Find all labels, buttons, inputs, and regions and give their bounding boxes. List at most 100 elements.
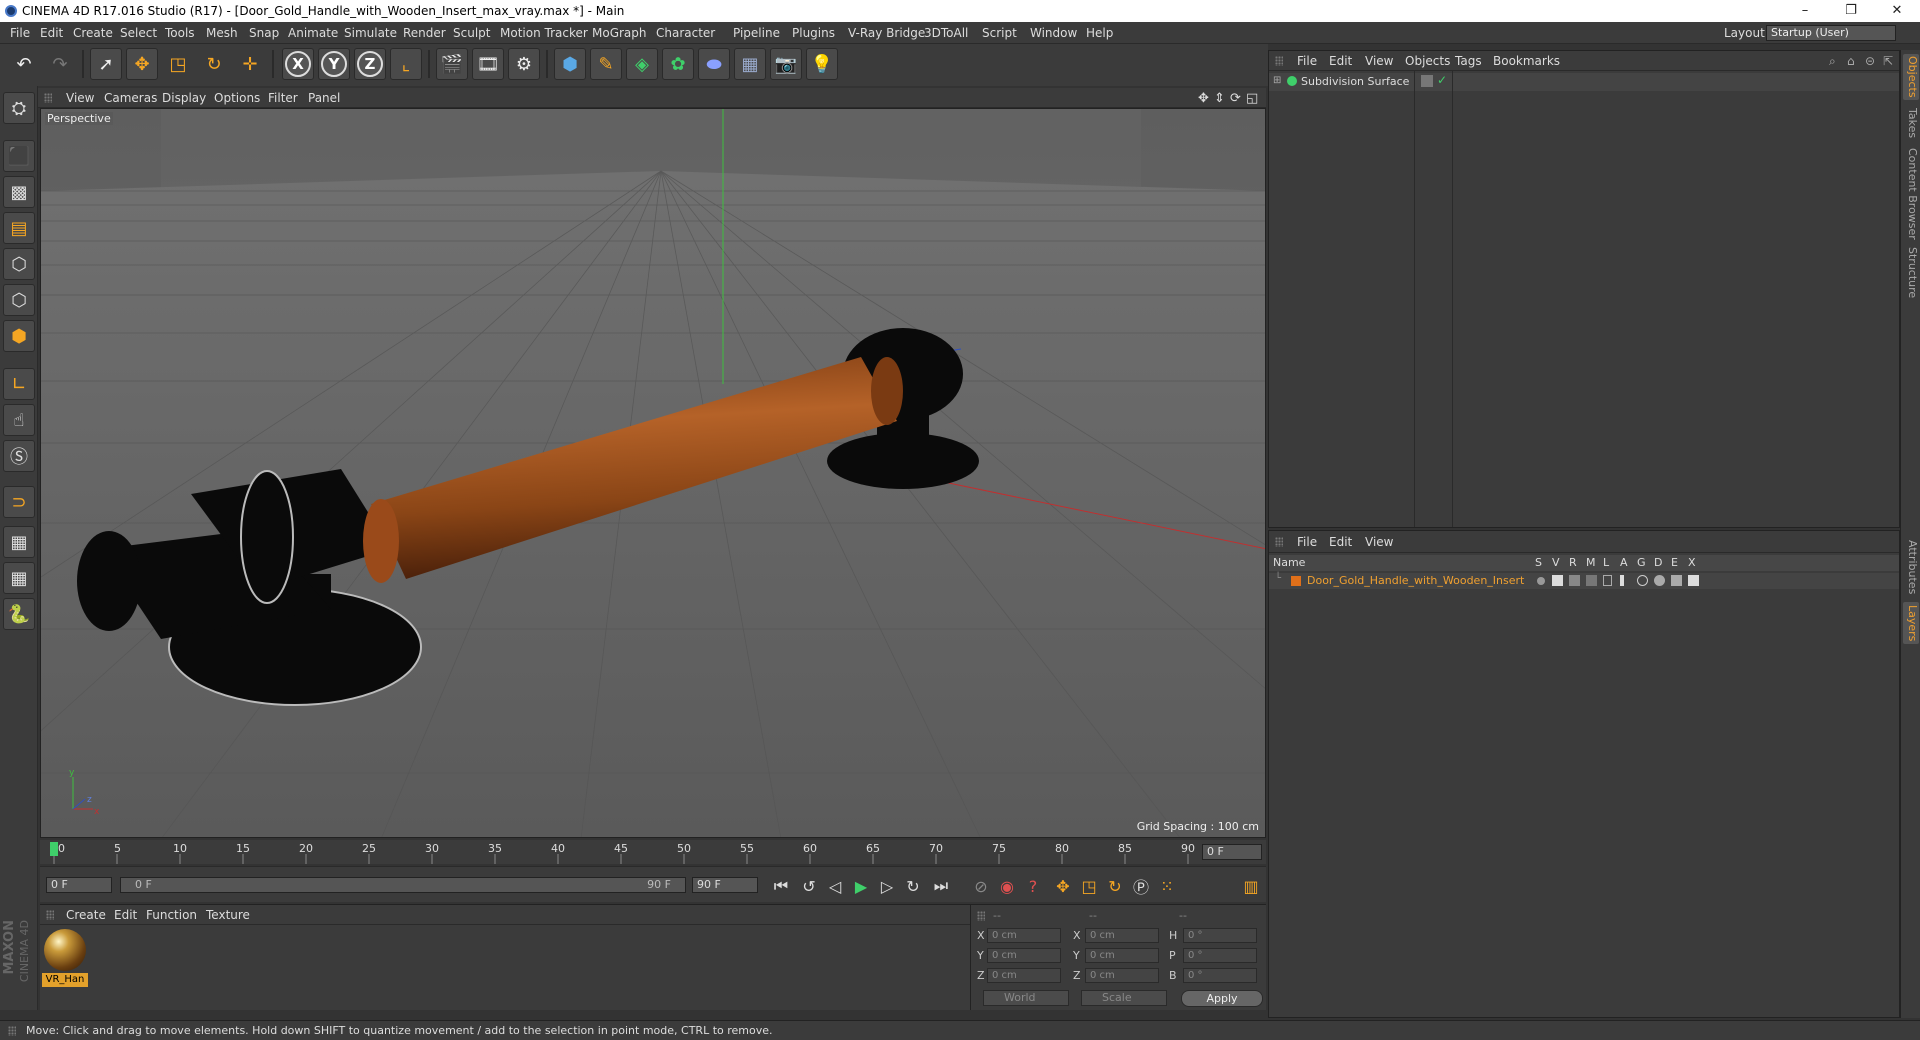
- menu-simulate[interactable]: Simulate: [344, 26, 397, 40]
- tweak-mode-icon[interactable]: ☝: [3, 404, 35, 436]
- menu-mesh[interactable]: Mesh: [206, 26, 238, 40]
- object-menu-tags[interactable]: Tags: [1455, 54, 1482, 68]
- coordinate-mode-dropdown[interactable]: World: [983, 990, 1069, 1006]
- current-frame-field[interactable]: 0 F: [1202, 844, 1262, 860]
- object-search-icon[interactable]: ⌕: [1829, 54, 1836, 69]
- pos-y-field[interactable]: 0 cm: [987, 948, 1061, 963]
- make-editable-icon[interactable]: ⛭: [3, 92, 35, 124]
- solo-mode-icon[interactable]: Ⓢ: [3, 440, 35, 472]
- tab-objects[interactable]: Objects: [1903, 54, 1919, 100]
- coordinate-system-icon[interactable]: ⌞: [390, 48, 422, 80]
- layer-menu-file[interactable]: File: [1297, 535, 1317, 549]
- layer-color-swatch[interactable]: [1291, 576, 1301, 586]
- frame-range-slider[interactable]: 0 F 90 F: [120, 877, 686, 893]
- edges-mode-icon[interactable]: ⬡: [3, 284, 35, 316]
- polygons-mode-icon[interactable]: ⬢: [3, 320, 35, 352]
- workplane-mode-icon[interactable]: ▤: [3, 212, 35, 244]
- cube-primitive-icon[interactable]: ⬢: [554, 48, 586, 80]
- menu-help[interactable]: Help: [1086, 26, 1113, 40]
- layer-xref-icon[interactable]: [1688, 575, 1699, 586]
- y-axis-lock-button[interactable]: Y: [318, 48, 350, 80]
- tab-takes[interactable]: Takes: [1903, 106, 1919, 140]
- go-to-end-icon[interactable]: ⏭: [930, 875, 952, 897]
- pos-z-field[interactable]: 0 cm: [987, 968, 1061, 983]
- key-rotation-icon[interactable]: ↻: [1104, 875, 1126, 897]
- object-menu-bookmarks[interactable]: Bookmarks: [1493, 54, 1560, 68]
- tab-attributes[interactable]: Attributes: [1903, 536, 1919, 598]
- viewport-menu-cameras[interactable]: Cameras: [104, 91, 157, 105]
- layer-manager-icon[interactable]: [1586, 575, 1597, 586]
- minimize-button[interactable]: –: [1782, 0, 1828, 22]
- viewport-menu-options[interactable]: Options: [214, 91, 260, 105]
- viewport-zoom-icon[interactable]: ⇕: [1214, 91, 1225, 106]
- apply-button[interactable]: Apply: [1181, 990, 1263, 1007]
- viewport-move-icon[interactable]: ✥: [1198, 91, 1209, 106]
- object-row-subdivision[interactable]: ⊞ Subdivision Surface ✓: [1269, 73, 1899, 91]
- object-menu-objects[interactable]: Objects: [1405, 54, 1450, 68]
- menu-create[interactable]: Create: [73, 26, 113, 40]
- z-axis-lock-button[interactable]: Z: [354, 48, 386, 80]
- go-to-start-icon[interactable]: ⏮: [770, 875, 792, 897]
- object-expand-icon[interactable]: ⇱: [1883, 54, 1893, 68]
- viewport-menu-filter[interactable]: Filter: [268, 91, 298, 105]
- object-menu-file[interactable]: File: [1297, 54, 1317, 68]
- layout-dropdown[interactable]: Startup (User): [1766, 25, 1896, 41]
- object-enabled-check[interactable]: ✓: [1437, 73, 1447, 87]
- record-icon[interactable]: ◉: [996, 875, 1018, 897]
- previous-key-icon[interactable]: ↺: [798, 875, 820, 897]
- redo-icon[interactable]: ↷: [44, 48, 76, 80]
- grid-snap-icon[interactable]: ▦: [3, 562, 35, 594]
- rot-p-field[interactable]: 0 °: [1183, 948, 1257, 963]
- menu-sculpt[interactable]: Sculpt: [453, 26, 490, 40]
- menu-edit[interactable]: Edit: [40, 26, 63, 40]
- floor-icon[interactable]: ▦: [734, 48, 766, 80]
- tree-expand-icon[interactable]: ⊞: [1273, 75, 1281, 86]
- layer-lock-icon[interactable]: [1603, 575, 1612, 586]
- cloner-icon[interactable]: ✿: [662, 48, 694, 80]
- layer-visibility-icon[interactable]: [1421, 75, 1433, 87]
- end-frame-field[interactable]: 90 F: [692, 877, 758, 893]
- object-menu-view[interactable]: View: [1365, 54, 1393, 68]
- deformer-icon[interactable]: ⬬: [698, 48, 730, 80]
- layer-render-icon[interactable]: [1569, 575, 1580, 586]
- model-mode-icon[interactable]: ⬛: [3, 140, 35, 172]
- spline-pen-icon[interactable]: ✎: [590, 48, 622, 80]
- menu-pipeline[interactable]: Pipeline: [733, 26, 780, 40]
- 3d-viewport[interactable]: y x z Perspective Grid Spacing : 100 cm: [40, 108, 1266, 838]
- render-view-icon[interactable]: 🎬: [436, 48, 468, 80]
- rot-h-field[interactable]: 0 °: [1183, 928, 1257, 943]
- viewport-menu-panel[interactable]: Panel: [308, 91, 340, 105]
- points-mode-icon[interactable]: ⬡: [3, 248, 35, 280]
- object-name[interactable]: Subdivision Surface: [1301, 75, 1409, 88]
- menu-script[interactable]: Script: [982, 26, 1017, 40]
- rot-b-field[interactable]: 0 °: [1183, 968, 1257, 983]
- render-settings-icon[interactable]: ⚙: [508, 48, 540, 80]
- menu-animate[interactable]: Animate: [288, 26, 338, 40]
- texture-mode-icon[interactable]: ▩: [3, 176, 35, 208]
- timeline-window-icon[interactable]: ▥: [1240, 875, 1262, 897]
- snap-icon[interactable]: ⊃: [3, 486, 35, 518]
- menu-plugins[interactable]: Plugins: [792, 26, 835, 40]
- rotate-tool-icon[interactable]: ↻: [198, 48, 230, 80]
- menu-character[interactable]: Character: [656, 26, 715, 40]
- layer-animation-icon[interactable]: [1620, 575, 1624, 586]
- material-name[interactable]: VR_Han: [42, 973, 88, 987]
- viewport-maximize-icon[interactable]: ◱: [1246, 91, 1258, 106]
- layer-solo-icon[interactable]: [1537, 577, 1545, 585]
- playhead[interactable]: [50, 842, 58, 856]
- live-selection-icon[interactable]: ✛: [234, 48, 266, 80]
- layer-menu-view[interactable]: View: [1365, 535, 1393, 549]
- material-menu-create[interactable]: Create: [66, 908, 106, 922]
- layer-menu-edit[interactable]: Edit: [1329, 535, 1352, 549]
- menu-mograph[interactable]: MoGraph: [592, 26, 647, 40]
- x-axis-lock-button[interactable]: X: [282, 48, 314, 80]
- material-thumbnail[interactable]: [44, 929, 86, 971]
- layer-view-icon[interactable]: [1552, 575, 1563, 586]
- step-back-icon[interactable]: ◁: [824, 875, 846, 897]
- menu-tools[interactable]: Tools: [165, 26, 195, 40]
- key-position-icon[interactable]: ✥: [1052, 875, 1074, 897]
- move-tool-icon[interactable]: ✥: [126, 48, 158, 80]
- viewport-rotate-icon[interactable]: ⟳: [1230, 91, 1241, 106]
- material-menu-function[interactable]: Function: [146, 908, 197, 922]
- render-picture-viewer-icon[interactable]: 🎞: [472, 48, 504, 80]
